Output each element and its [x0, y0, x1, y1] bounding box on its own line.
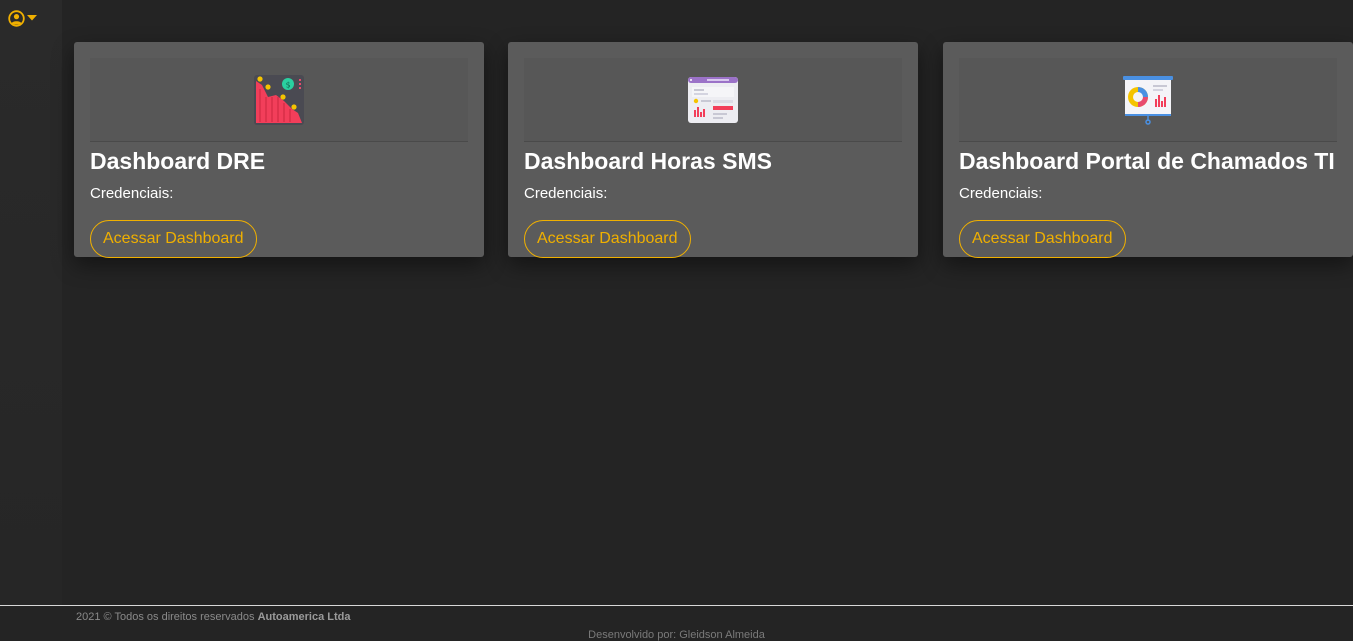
dashboard-card-portal-chamados-ti: Dashboard Portal de Chamados TI Credenci…	[943, 42, 1353, 258]
presentation-board-icon	[1123, 75, 1173, 125]
credentials-label: Credenciais:	[524, 185, 608, 202]
company-name: Autoamerica Ltda	[257, 611, 351, 623]
developer-credit: Desenvolvido por: Gleidson Almeida	[588, 629, 765, 641]
dashboard-card-horas-sms: Dashboard Horas SMS Credenciais: Acessar…	[508, 42, 918, 258]
dashboard-card-dre: $ Dashboard DRE Credenciais: Acessar Das…	[74, 42, 484, 258]
sidebar	[0, 0, 62, 606]
web-report-icon	[688, 76, 738, 123]
card-title: Dashboard Portal de Chamados TI	[959, 148, 1335, 174]
card-title: Dashboard Horas SMS	[524, 148, 772, 174]
copyright-text: 2021 © Todos os direitos reservados Auto…	[76, 611, 351, 623]
main-content: $ Dashboard DRE Credenciais: Acessar Das…	[62, 0, 1353, 606]
caret-down-icon	[27, 15, 37, 21]
user-menu[interactable]	[8, 9, 37, 27]
access-dashboard-button[interactable]: Acessar Dashboard	[524, 220, 691, 258]
access-dashboard-button[interactable]: Acessar Dashboard	[90, 220, 257, 258]
card-media: $	[90, 58, 468, 142]
card-title: Dashboard DRE	[90, 148, 266, 174]
footer: 2021 © Todos os direitos reservados Auto…	[0, 605, 1353, 641]
credentials-label: Credenciais:	[90, 185, 174, 202]
access-dashboard-button[interactable]: Acessar Dashboard	[959, 220, 1126, 258]
card-media	[959, 58, 1337, 142]
card-media	[524, 58, 902, 142]
copyright-prefix: 2021 © Todos os direitos reservados	[76, 611, 255, 623]
financial-chart-icon: $	[254, 74, 304, 125]
svg-text:$: $	[286, 80, 291, 89]
credentials-label: Credenciais:	[959, 185, 1043, 202]
user-circle-icon	[8, 9, 25, 27]
